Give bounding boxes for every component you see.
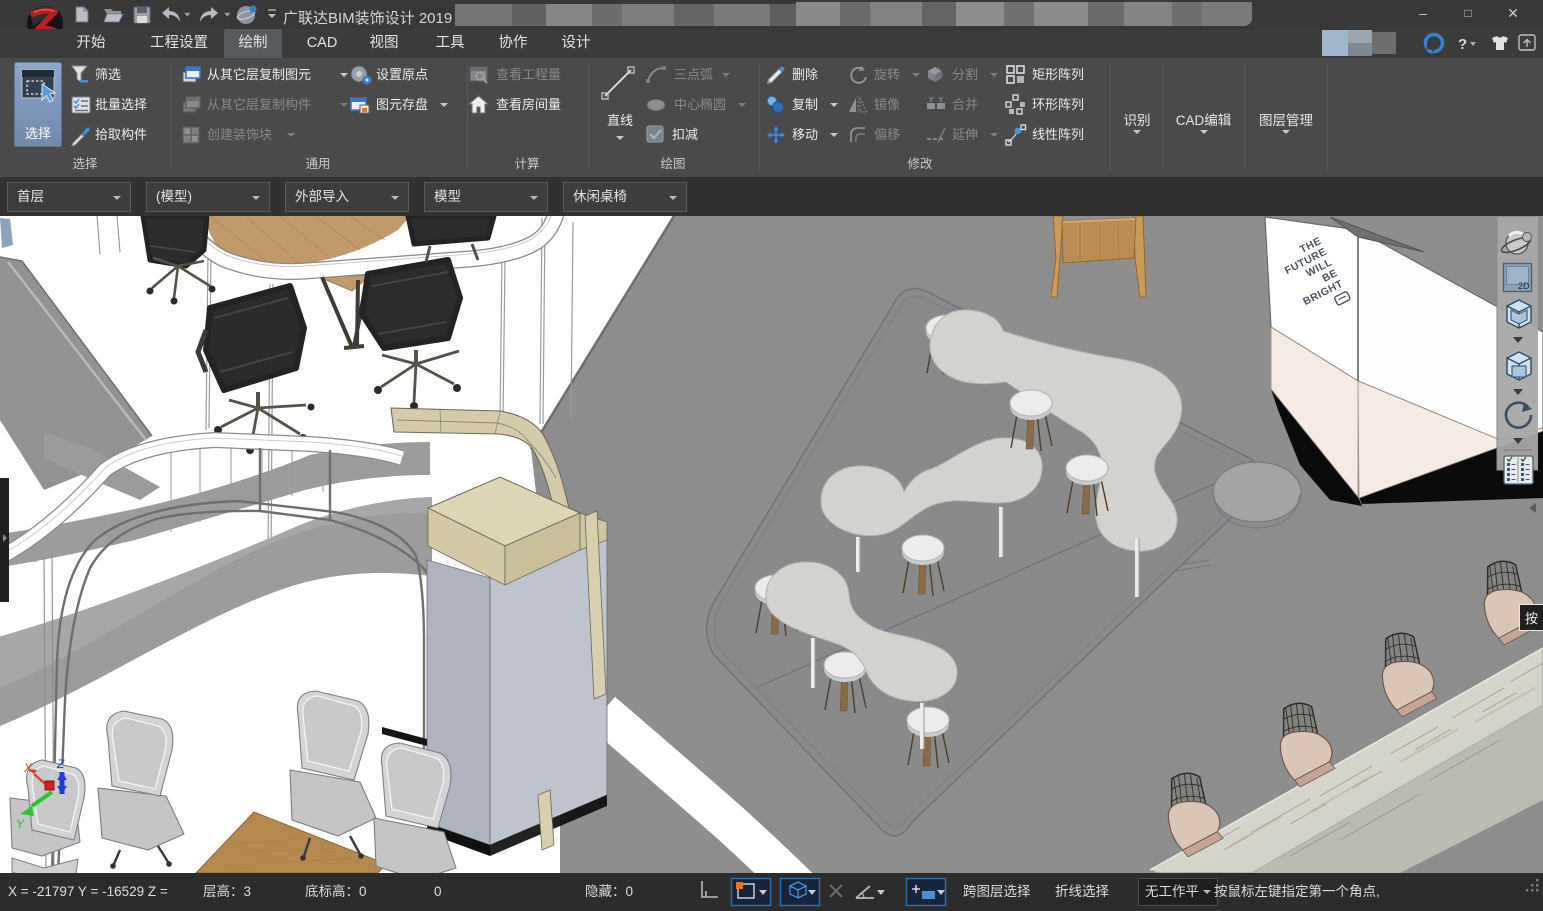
- svg-text:X: X: [23, 761, 33, 775]
- svg-text:Z: Z: [56, 757, 65, 771]
- svg-text:Y: Y: [16, 817, 25, 831]
- svg-text:?: ?: [1458, 36, 1467, 53]
- svg-text:2D: 2D: [1518, 281, 1530, 291]
- svg-text:按: 按: [1525, 611, 1538, 626]
